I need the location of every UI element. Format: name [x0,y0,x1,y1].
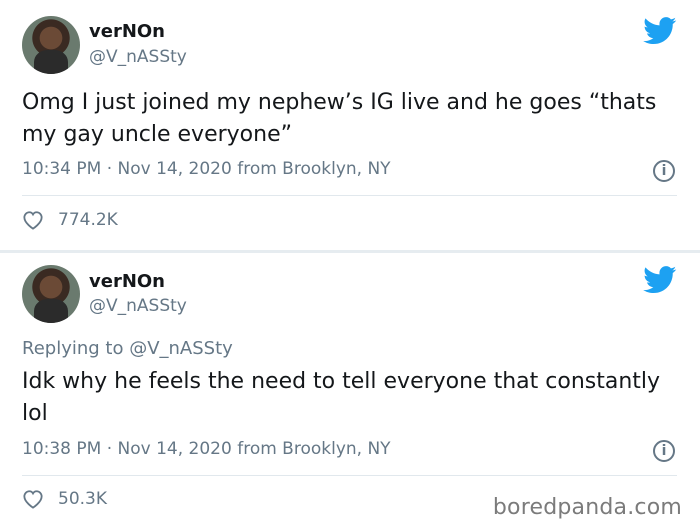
tweet-timestamp[interactable]: 10:34 PM · Nov 14, 2020 from Brooklyn, N… [22,159,391,179]
tweet-text: Omg I just joined my nephew’s IG live an… [22,90,657,147]
user-handle[interactable]: @V_nASSty [89,296,187,316]
watermark: boredpanda.com [492,495,682,520]
divider [22,475,677,476]
divider [22,195,677,196]
avatar[interactable] [22,265,80,323]
like-action[interactable]: 50.3K [22,489,107,509]
replying-to[interactable]: Replying to @V_nASSty [22,338,233,359]
twitter-bird-icon [643,17,677,45]
info-icon[interactable]: i [653,440,675,462]
tweet-text: Idk why he feels the need to tell everyo… [22,369,661,426]
like-count: 50.3K [58,489,107,509]
info-icon[interactable]: i [653,160,675,182]
tweet-timestamp[interactable]: 10:38 PM · Nov 14, 2020 from Brooklyn, N… [22,439,391,459]
heart-icon [23,211,43,230]
user-handle[interactable]: @V_nASSty [89,47,187,67]
like-count: 774.2K [58,210,118,230]
tweet-card[interactable]: verNOn @V_nASSty Omg I just joined my ne… [0,0,700,251]
tweet-card[interactable]: verNOn @V_nASSty Replying to @V_nASSty I… [0,253,700,529]
twitter-bird-icon [643,266,677,294]
avatar[interactable] [22,16,80,74]
like-action[interactable]: 774.2K [22,210,118,230]
heart-icon [23,490,43,509]
display-name[interactable]: verNOn [89,271,165,292]
display-name[interactable]: verNOn [89,21,165,42]
